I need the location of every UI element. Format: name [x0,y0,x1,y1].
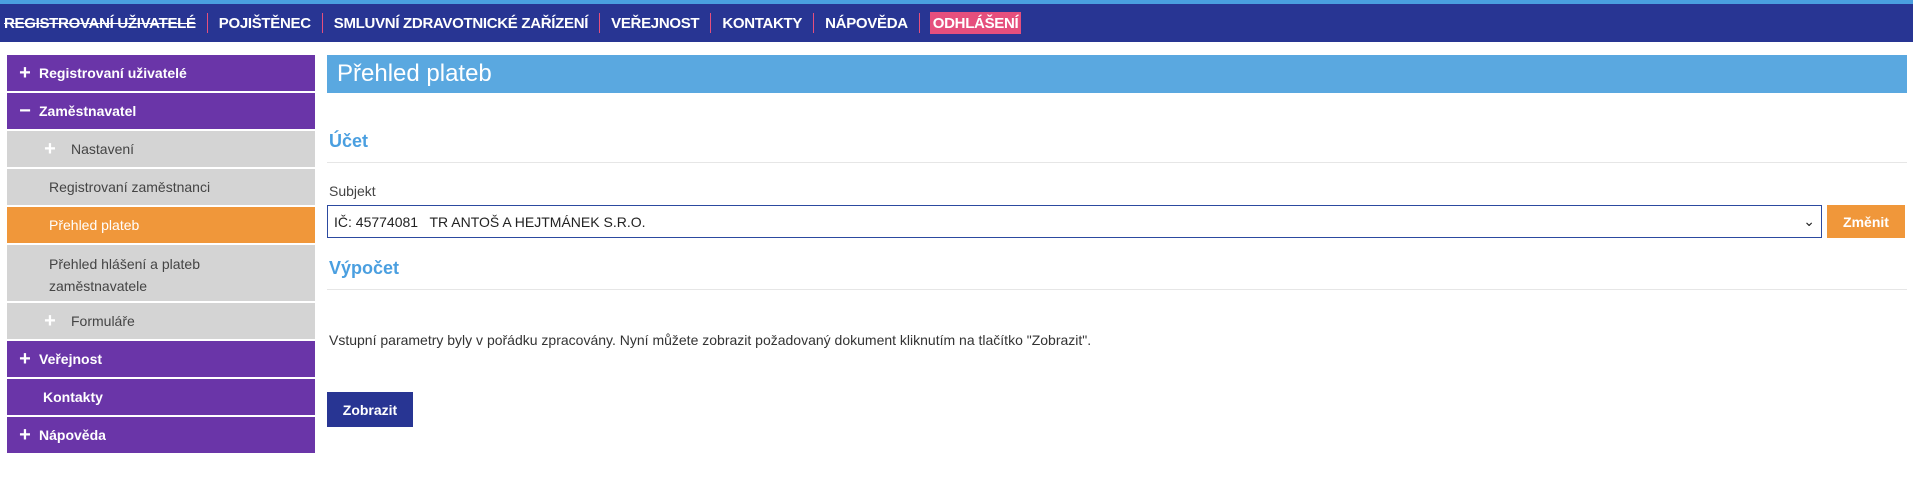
sidebar-item-label: Nápověda [39,427,106,443]
calculation-heading: Výpočet [327,258,1907,290]
show-button[interactable]: Zobrazit [327,392,413,427]
sidebar-item-forms[interactable]: + Formuláře [7,303,315,341]
nav-public[interactable]: VEŘEJNOST [600,11,710,35]
sidebar-item-label: Zaměstnavatel [39,103,137,119]
sidebar-item-label: Veřejnost [39,351,103,367]
top-navigation: REGISTROVANÍ UŽIVATELÉ POJIŠTĚNEC SMLUVN… [0,4,1913,42]
nav-separator [918,13,920,33]
nav-help[interactable]: NÁPOVĚDA [814,11,919,35]
plus-icon: + [44,137,56,160]
subject-selected-value: IČ: 45774081 TR ANTOŠ A HEJTMÁNEK S.R.O. [334,213,646,230]
page-title-bar: Přehled plateb [327,55,1907,93]
subject-row: IČ: 45774081 TR ANTOŠ A HEJTMÁNEK S.R.O.… [327,205,1907,238]
sidebar-item-employer[interactable]: − Zaměstnavatel [7,93,315,131]
account-heading: Účet [327,131,1907,163]
sidebar-item-settings[interactable]: + Nastavení [7,131,315,169]
nav-healthcare-facility[interactable]: SMLUVNÍ ZDRAVOTNICKÉ ZAŘÍZENÍ [323,11,599,35]
sidebar-item-contacts[interactable]: Kontakty [7,379,315,417]
info-message: Vstupní parametry byly v pořádku zpracov… [329,332,1092,348]
sidebar-item-label: Kontakty [43,389,103,405]
plus-icon: + [19,423,31,446]
nav-insured[interactable]: POJIŠTĚNEC [208,11,322,35]
sidebar-item-label: Formuláře [71,313,135,329]
sidebar-item-label: Přehled plateb [49,217,140,233]
sidebar-item-registered-employees[interactable]: Registrovaní zaměstnanci [7,169,315,207]
change-button[interactable]: Změnit [1827,205,1905,238]
sidebar-item-label: Nastavení [71,141,135,157]
subject-label: Subjekt [329,183,376,199]
sidebar-item-label: Přehled hlášení a plateb zaměstnavatele [49,256,200,294]
sidebar-item-public[interactable]: + Veřejnost [7,341,315,379]
page-title: Přehled plateb [337,60,492,87]
minus-icon: − [19,99,31,122]
plus-icon: + [44,309,56,332]
sidebar-item-help[interactable]: + Nápověda [7,417,315,455]
sidebar-item-registered-users[interactable]: + Registrovaní uživatelé [7,55,315,93]
sidebar-item-reports-overview[interactable]: Přehled hlášení a plateb zaměstnavatele [7,245,315,303]
plus-icon: + [19,61,31,84]
sidebar-item-payment-overview[interactable]: Přehled plateb [7,207,315,245]
nav-registered-users[interactable]: REGISTROVANÍ UŽIVATELÉ [0,11,207,35]
plus-icon: + [19,347,31,370]
chevron-down-icon: ⌄ [1803,213,1815,229]
nav-contacts[interactable]: KONTAKTY [711,11,813,35]
sidebar: + Registrovaní uživatelé − Zaměstnavatel… [7,55,315,455]
subject-select[interactable]: IČ: 45774081 TR ANTOŠ A HEJTMÁNEK S.R.O.… [327,205,1822,238]
sidebar-item-label: Registrovaní uživatelé [39,65,187,81]
main-content: Přehled plateb Účet Subjekt IČ: 45774081… [327,55,1907,427]
nav-logout[interactable]: ODHLÁŠENÍ [929,12,1022,34]
sidebar-item-label: Registrovaní zaměstnanci [49,179,211,195]
